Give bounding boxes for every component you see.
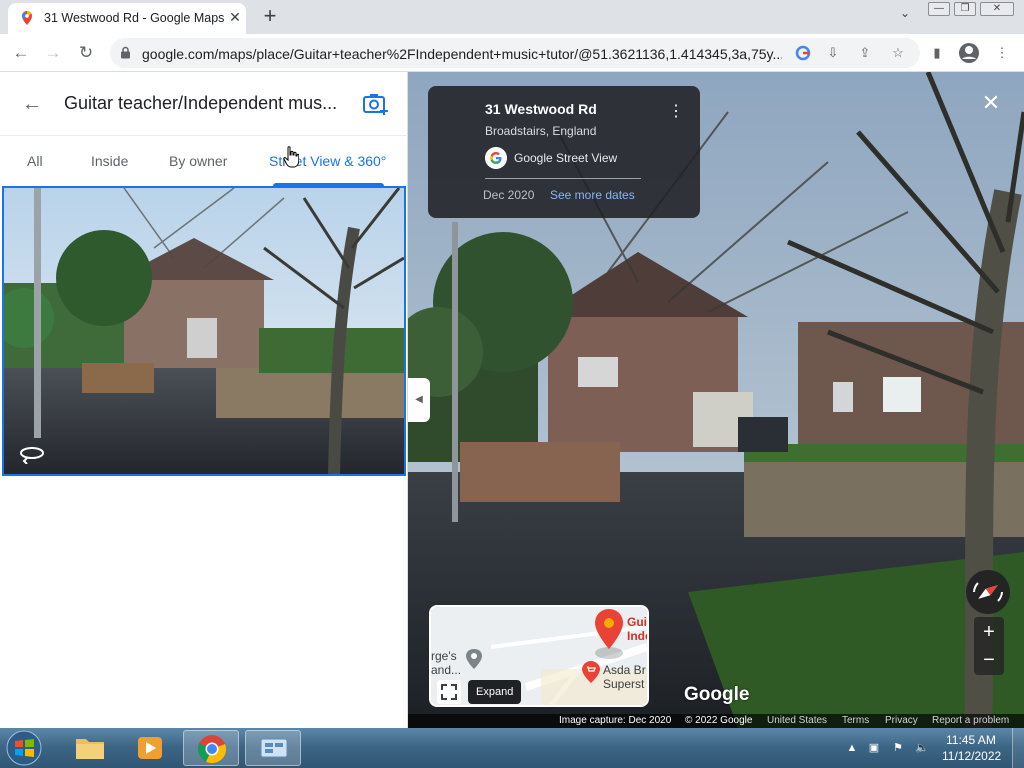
map-label-store: Asda Br — [603, 663, 646, 677]
tab-title: 31 Westwood Rd - Google Maps — [44, 11, 225, 25]
poi-marker-icon — [466, 649, 482, 669]
browser-tab-strip: 31 Westwood Rd - Google Maps ✕ + ⌄ — ❐ ✕ — [0, 0, 1024, 34]
browser-forward-icon[interactable]: → — [40, 40, 66, 66]
shopping-cart-pin-icon — [582, 661, 600, 683]
add-photo-icon[interactable] — [362, 92, 390, 116]
taskbar-control-panel[interactable] — [245, 730, 301, 766]
copyright: © 2022 Google — [685, 715, 753, 726]
control-panel-icon — [260, 738, 288, 758]
action-center-flag-icon[interactable]: ⚑ — [890, 740, 906, 756]
report-problem-link[interactable]: Report a problem — [932, 715, 1009, 726]
url-text[interactable]: google.com/maps/place/Guitar+teacher%2FI… — [142, 46, 782, 62]
show-desktop-button[interactable] — [1012, 728, 1024, 768]
side-panel-icon[interactable]: ▮ — [928, 44, 946, 62]
taskbar-media-player[interactable] — [122, 730, 178, 766]
place-title: Guitar teacher/Independent mus... — [64, 93, 338, 113]
expand-icon[interactable] — [437, 680, 461, 704]
reload-icon[interactable]: ↻ — [73, 40, 99, 66]
new-tab-button[interactable]: + — [258, 4, 282, 28]
volume-icon[interactable]: 🔈 — [914, 740, 930, 756]
terms-link[interactable]: Terms — [842, 715, 869, 726]
taskbar-file-explorer[interactable] — [62, 730, 118, 766]
location-pin-icon — [595, 609, 623, 659]
minimap[interactable]: rge's and... Gui Inde Asda Br Superst Ex… — [429, 605, 649, 707]
zoom-out-button[interactable]: − — [974, 646, 1004, 674]
chrome-icon — [198, 735, 227, 764]
capture-date: Dec 2020 — [483, 188, 535, 202]
close-street-view-icon[interactable]: ✕ — [980, 92, 1002, 114]
clock-date[interactable]: 11/12/2022 — [942, 749, 1001, 763]
windows-start-icon[interactable] — [4, 730, 44, 766]
tab-all[interactable]: All — [27, 153, 43, 169]
show-hidden-icons[interactable]: ▲ — [844, 740, 860, 756]
chrome-menu-icon[interactable]: ⋮ — [993, 44, 1011, 62]
hand-pointer-cursor-icon — [283, 146, 299, 168]
taskbar-chrome[interactable] — [183, 730, 239, 766]
street-address: 31 Westwood Rd — [485, 101, 597, 117]
map-label-place-line2: and... — [431, 663, 462, 677]
restore-button[interactable]: ❐ — [954, 2, 976, 16]
zoom-controls: + − — [974, 617, 1004, 675]
folder-icon — [76, 739, 104, 759]
collapse-panel-button[interactable]: ◀ — [408, 378, 430, 422]
street-view-info-card: 31 Westwood Rd Broadstairs, England Goog… — [428, 86, 700, 218]
google-lens-icon[interactable] — [794, 44, 812, 62]
map-label-target-line2: Inde — [627, 629, 647, 643]
tab-close-icon[interactable]: ✕ — [226, 8, 244, 26]
tab-inside[interactable]: Inside — [91, 153, 128, 169]
back-arrow-icon[interactable]: ← — [20, 92, 44, 116]
bookmark-star-icon[interactable]: ☆ — [889, 44, 907, 62]
map-label-store-line2: Superst — [603, 677, 645, 691]
tab-by-owner[interactable]: By owner — [169, 153, 227, 169]
browser-tab[interactable]: 31 Westwood Rd - Google Maps ✕ — [8, 3, 246, 34]
locality: Broadstairs, England — [485, 124, 597, 138]
install-app-icon[interactable]: ⇩ — [824, 44, 842, 62]
window-close-button[interactable]: ✕ — [980, 2, 1014, 16]
street-view-photo-thumbnail[interactable] — [2, 186, 406, 476]
map-label-target: Gui — [627, 615, 647, 629]
google-maps-favicon-icon — [22, 11, 32, 25]
360-rotate-icon — [20, 447, 44, 464]
see-more-dates-link[interactable]: See more dates — [550, 188, 635, 202]
browser-toolbar: ← → ↻ google.com/maps/place/Guitar+teach… — [0, 34, 1024, 72]
google-g-icon — [485, 147, 507, 169]
minimize-button[interactable]: — — [928, 2, 950, 16]
share-icon[interactable]: ⇪ — [856, 44, 874, 62]
expand-tooltip: Expand — [468, 680, 522, 704]
region-link[interactable]: United States — [767, 715, 827, 726]
address-bar[interactable]: google.com/maps/place/Guitar+teacher%2FI… — [110, 38, 920, 68]
lock-icon[interactable] — [120, 46, 131, 59]
media-player-icon — [138, 737, 162, 759]
google-watermark: Google — [684, 684, 750, 705]
photo-category-tabs: All Inside By owner Street View & 360° — [0, 135, 408, 186]
tab-search-chevron-icon[interactable]: ⌄ — [896, 6, 914, 24]
place-photos-panel: ← Guitar teacher/Independent mus... All … — [0, 72, 408, 728]
more-options-icon[interactable]: ⋮ — [668, 102, 684, 122]
zoom-in-button[interactable]: + — [974, 618, 1004, 646]
browser-back-icon[interactable]: ← — [8, 40, 34, 66]
card-divider — [485, 178, 641, 179]
image-capture-date: Image capture: Dec 2020 — [559, 715, 672, 726]
privacy-link[interactable]: Privacy — [885, 715, 918, 726]
map-label-place: rge's — [431, 649, 457, 663]
windows-taskbar: ▲ ▣ ⚑ 🔈 11:45 AM 11/12/2022 — [0, 728, 1024, 768]
clock-time[interactable]: 11:45 AM — [946, 733, 996, 747]
profile-avatar-icon[interactable] — [958, 42, 980, 64]
street-scene-thumbnail-image — [4, 188, 404, 474]
compass-icon[interactable] — [966, 570, 1010, 614]
network-icon[interactable]: ▣ — [866, 740, 882, 756]
imagery-source[interactable]: Google Street View — [514, 151, 617, 165]
map-footer: Image capture: Dec 2020 © 2022 Google Un… — [408, 714, 1024, 728]
